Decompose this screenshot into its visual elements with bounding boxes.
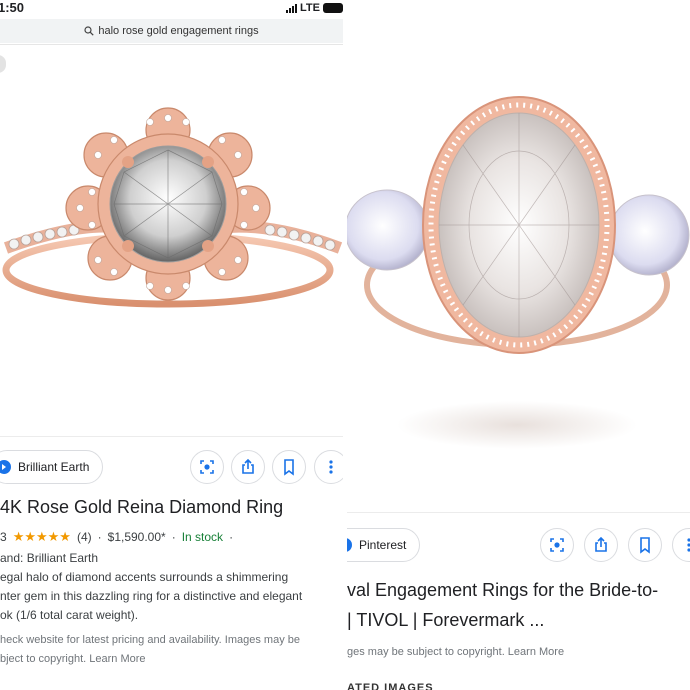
source-logo-icon bbox=[0, 460, 11, 474]
side-handle bbox=[0, 55, 6, 73]
source-chip[interactable]: Brilliant Earth bbox=[0, 450, 104, 484]
save-button[interactable] bbox=[628, 528, 662, 562]
network-label: LTE bbox=[300, 2, 320, 14]
star-rating-icon: ★★★★★ bbox=[12, 529, 71, 544]
separator: · bbox=[171, 530, 176, 544]
bookmark-icon bbox=[284, 459, 294, 476]
divider bbox=[0, 436, 343, 437]
lens-button[interactable] bbox=[540, 528, 574, 562]
source-name: Brilliant Earth bbox=[18, 460, 90, 474]
lens-icon bbox=[550, 538, 564, 552]
lens-button[interactable] bbox=[190, 450, 224, 484]
product-image-oval-ring[interactable] bbox=[347, 95, 690, 455]
lens-icon bbox=[200, 460, 214, 474]
more-icon bbox=[329, 460, 333, 474]
status-bar: 1:50 LTE bbox=[0, 0, 343, 18]
disclaimer-line: heck website for latest pricing and avai… bbox=[0, 634, 300, 646]
more-icon bbox=[687, 538, 690, 552]
description-line: egal halo of diamond accents surrounds a… bbox=[0, 570, 289, 584]
search-query: halo rose gold engagement rings bbox=[98, 25, 259, 37]
disclaimer-line[interactable]: ges may be subject to copyright. Learn M… bbox=[347, 643, 564, 662]
source-logo-icon bbox=[347, 538, 352, 552]
save-button[interactable] bbox=[272, 450, 306, 484]
description-line: nter gem in this dazzling ring for a dis… bbox=[0, 589, 303, 603]
product-title[interactable]: 4K Rose Gold Reina Diamond Ring bbox=[0, 497, 283, 518]
product-image-reina-ring[interactable] bbox=[0, 100, 343, 330]
search-bar[interactable]: halo rose gold engagement rings bbox=[0, 19, 343, 43]
left-result-panel: 1:50 LTE halo rose gold engagement rings bbox=[0, 0, 343, 690]
rating-value: 3 bbox=[0, 530, 7, 544]
status-time: 1:50 bbox=[0, 0, 25, 15]
right-result-panel: Pinterest val Engagement Rings for the B… bbox=[347, 0, 690, 690]
separator: · bbox=[97, 530, 102, 544]
share-button[interactable] bbox=[584, 528, 618, 562]
more-button[interactable] bbox=[672, 528, 690, 562]
stock-status: In stock bbox=[181, 530, 224, 544]
disclaimer-line[interactable]: bject to copyright. Learn More bbox=[0, 650, 300, 669]
share-button[interactable] bbox=[231, 450, 265, 484]
status-indicators: LTE bbox=[286, 2, 343, 14]
brand-line: and: Brilliant Earth bbox=[0, 551, 99, 565]
divider bbox=[0, 44, 343, 45]
share-icon bbox=[595, 536, 607, 552]
share-icon bbox=[242, 458, 254, 474]
divider bbox=[347, 512, 690, 513]
more-button[interactable] bbox=[314, 450, 343, 484]
separator: · bbox=[229, 530, 234, 544]
battery-icon bbox=[323, 3, 343, 13]
signal-icon bbox=[286, 3, 298, 13]
source-name: Pinterest bbox=[359, 538, 407, 552]
related-images-heading: ATED IMAGES bbox=[347, 682, 434, 690]
disclaimer: heck website for latest pricing and avai… bbox=[0, 631, 300, 669]
result-actions: Pinterest bbox=[347, 528, 690, 564]
bookmark-icon bbox=[640, 537, 650, 554]
disclaimer: ges may be subject to copyright. Learn M… bbox=[347, 643, 564, 662]
source-chip[interactable]: Pinterest bbox=[347, 528, 421, 562]
product-description: egal halo of diamond accents surrounds a… bbox=[0, 568, 343, 625]
price: $1,590.00* bbox=[107, 530, 166, 544]
result-actions: Brilliant Earth bbox=[0, 450, 343, 486]
search-icon bbox=[84, 26, 95, 36]
description-line: ok (1/6 total carat weight). bbox=[0, 608, 139, 622]
result-title-line[interactable]: val Engagement Rings for the Bride-to- bbox=[347, 580, 658, 601]
result-title-line[interactable]: | TIVOL | Forevermark ... bbox=[347, 610, 544, 631]
product-meta: 3 ★★★★★ (4) · $1,590.00* · In stock · bbox=[0, 529, 233, 545]
review-count[interactable]: (4) bbox=[77, 530, 92, 544]
